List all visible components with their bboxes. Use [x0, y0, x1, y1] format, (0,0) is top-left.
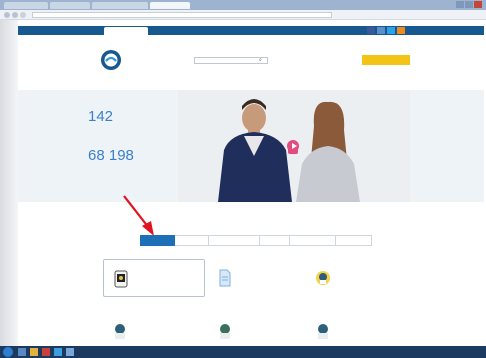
- start-button[interactable]: [3, 347, 13, 357]
- site-top-bar: [18, 26, 484, 35]
- doctor-avatar-icon: [115, 324, 125, 339]
- appointment-button[interactable]: [362, 55, 410, 65]
- window-controls: [456, 1, 482, 8]
- service-tab-active[interactable]: [140, 235, 175, 246]
- taskbar-app-icon[interactable]: [66, 348, 74, 356]
- browser-tab[interactable]: [4, 2, 48, 9]
- search-input[interactable]: [194, 57, 268, 64]
- stat-value: 68 198: [88, 147, 134, 164]
- site-tab[interactable]: [150, 27, 210, 35]
- service-card[interactable]: [306, 312, 408, 344]
- service-tab[interactable]: [336, 235, 372, 246]
- logo-icon[interactable]: [100, 49, 126, 71]
- address-input[interactable]: [32, 12, 332, 18]
- refresh-icon[interactable]: [20, 12, 26, 18]
- play-video-button[interactable]: [287, 140, 299, 152]
- odnoklassniki-icon[interactable]: [397, 27, 405, 34]
- service-card[interactable]: [306, 259, 408, 297]
- service-card[interactable]: [103, 259, 205, 297]
- back-icon[interactable]: [4, 12, 10, 18]
- site-tab-active[interactable]: [104, 27, 148, 35]
- stat-value: 142: [88, 108, 114, 125]
- twitter-icon[interactable]: [387, 27, 395, 34]
- search-icon[interactable]: ⌕: [259, 58, 265, 63]
- close-button[interactable]: [474, 1, 482, 8]
- browser-tab-active[interactable]: [150, 2, 190, 9]
- browser-tab[interactable]: [92, 2, 148, 9]
- doctor-avatar-icon: [220, 324, 230, 339]
- system-tray[interactable]: [430, 348, 482, 356]
- service-tab[interactable]: [208, 235, 261, 246]
- browser-tab[interactable]: [50, 2, 90, 9]
- facebook-icon[interactable]: [367, 27, 375, 34]
- browser-icon[interactable]: [54, 348, 62, 356]
- forward-icon[interactable]: [12, 12, 18, 18]
- folder-icon[interactable]: [30, 348, 38, 356]
- browser-title-bar: [0, 0, 486, 10]
- vk-icon[interactable]: [377, 27, 385, 34]
- taskbar-app-icon[interactable]: [42, 348, 50, 356]
- doctor-avatar-icon: [316, 271, 330, 285]
- service-card[interactable]: [103, 312, 205, 344]
- service-card[interactable]: [208, 259, 310, 297]
- minimize-button[interactable]: [456, 1, 464, 8]
- service-tab[interactable]: [174, 235, 209, 246]
- service-tab[interactable]: [260, 235, 291, 246]
- page-margin: [0, 20, 18, 346]
- service-tab[interactable]: [290, 235, 337, 246]
- maximize-button[interactable]: [465, 1, 473, 8]
- document-icon: [219, 269, 231, 287]
- service-card[interactable]: [208, 312, 310, 344]
- taskbar-app-icon[interactable]: [18, 348, 26, 356]
- cardio-monitor-icon: [114, 270, 128, 288]
- services-tabs: [140, 235, 372, 246]
- doctor-avatar-icon: [318, 324, 328, 339]
